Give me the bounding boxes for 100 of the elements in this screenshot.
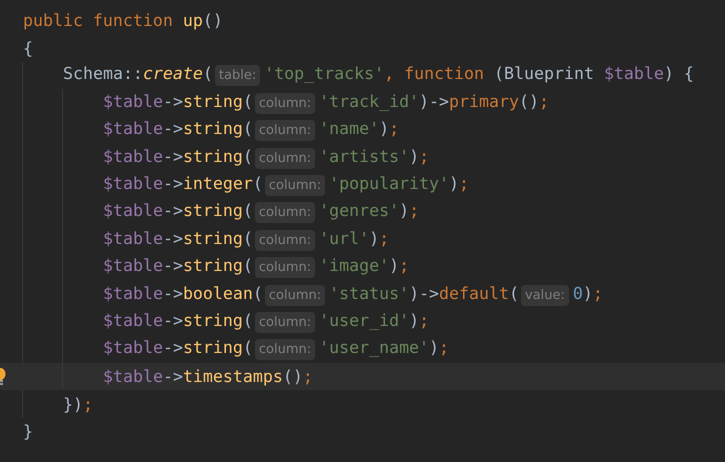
punctuation: () [202, 11, 223, 30]
method-name: string [182, 119, 243, 138]
arrow-operator: -> [162, 367, 183, 386]
arrow-operator: -> [429, 92, 450, 111]
arrow-operator: -> [162, 146, 183, 166]
arrow-operator: -> [162, 92, 183, 111]
arrow-operator: -> [419, 284, 440, 303]
punctuation: ; [409, 201, 420, 220]
punctuation: ; [439, 338, 450, 358]
parameter-hint: column: [254, 92, 316, 114]
punctuation: ; [419, 310, 430, 330]
punctuation: ) [369, 228, 380, 248]
arrow-operator: -> [162, 201, 183, 220]
parameter-hint: column: [264, 175, 326, 196]
punctuation: ) { [664, 64, 694, 84]
string-literal: 'artists' [319, 146, 410, 166]
punctuation: ( [242, 256, 253, 276]
variable: $table [103, 174, 163, 194]
punctuation: ( [242, 146, 253, 166]
variable: $table [103, 256, 163, 276]
punctuation: ) [429, 338, 440, 358]
class-name: Schema:: [63, 64, 143, 84]
string-literal: 'popularity' [329, 174, 450, 194]
number-literal: 0 [572, 284, 583, 303]
method-name: string [182, 146, 243, 166]
punctuation: ( [252, 174, 263, 194]
punctuation: ) [419, 92, 430, 111]
parameter-hint: column: [254, 202, 316, 224]
method-name: integer [182, 174, 253, 194]
variable: $table [103, 119, 163, 138]
punctuation: ; [538, 92, 549, 111]
punctuation: () [282, 367, 303, 386]
punctuation: ) [379, 119, 390, 138]
method-name: string [182, 338, 243, 358]
punctuation: ( [242, 228, 253, 248]
punctuation: ( [242, 338, 253, 358]
method-name: timestamps [182, 367, 283, 386]
variable: $table [103, 146, 163, 166]
punctuation: (Blueprint [494, 64, 594, 84]
punctuation: () [518, 92, 539, 111]
arrow-operator: -> [162, 338, 183, 358]
parameter-hint: value: [520, 284, 569, 306]
variable: $table [103, 92, 163, 111]
method-name: string [182, 256, 243, 276]
parameter-hint: column: [264, 284, 326, 306]
keyword: function [404, 64, 484, 84]
punctuation: ) [409, 284, 420, 303]
variable: $table [103, 201, 163, 220]
keyword: public function [23, 11, 173, 30]
parameter-hint: column: [254, 148, 316, 169]
punctuation: ) [389, 256, 400, 276]
arrow-operator: -> [162, 119, 183, 138]
punctuation: ) [449, 174, 460, 194]
variable: $table [103, 228, 163, 248]
parameter-hint: column: [254, 339, 316, 360]
string-literal: 'top_tracks' [264, 64, 384, 84]
string-literal: 'name' [319, 119, 380, 138]
punctuation: ) [582, 284, 593, 303]
punctuation: ) [399, 201, 410, 220]
punctuation: } [23, 422, 33, 442]
string-literal: 'url' [319, 228, 370, 248]
punctuation: , [384, 64, 394, 84]
method-name: string [182, 228, 243, 248]
punctuation: ( [242, 92, 253, 111]
parameter-hint: column: [254, 230, 316, 251]
method-name: default [439, 284, 509, 303]
string-literal: 'track_id' [319, 92, 420, 111]
variable: $table [103, 338, 163, 358]
string-literal: 'user_name' [319, 338, 430, 358]
punctuation: ; [82, 394, 93, 414]
function-name: up [182, 11, 203, 30]
method-name: create [142, 64, 203, 84]
method-name: string [182, 92, 243, 111]
punctuation: ( [242, 119, 253, 138]
punctuation: { [23, 38, 33, 58]
punctuation: ) [409, 310, 420, 330]
arrow-operator: -> [162, 284, 183, 303]
punctuation: ( [508, 284, 519, 303]
parameter-hint: column: [254, 312, 316, 333]
method-name: string [182, 201, 243, 220]
string-literal: 'user_id' [319, 310, 410, 330]
arrow-operator: -> [162, 228, 183, 248]
string-literal: 'status' [329, 284, 410, 303]
string-literal: 'genres' [319, 201, 400, 220]
punctuation: ; [419, 146, 430, 166]
punctuation: ; [592, 284, 603, 303]
punctuation: ; [302, 367, 313, 386]
punctuation: ; [389, 119, 400, 138]
method-name: primary [449, 92, 519, 111]
punctuation: ( [252, 284, 263, 303]
punctuation: ( [242, 201, 253, 220]
punctuation: ( [242, 310, 253, 330]
punctuation: ; [379, 228, 390, 248]
punctuation: ; [459, 174, 470, 194]
parameter-hint: table: [214, 65, 260, 86]
arrow-operator: -> [162, 174, 183, 194]
string-literal: 'image' [319, 256, 390, 276]
punctuation: ) [409, 146, 420, 166]
punctuation: ( [202, 64, 213, 84]
parameter-hint: column: [254, 120, 316, 142]
